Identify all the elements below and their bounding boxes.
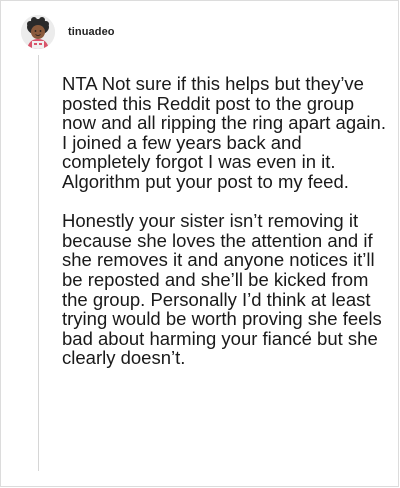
comment-paragraph: Honestly your sister isn’t removing it b… [62, 210, 382, 369]
comment-body: NTA Not sure if this helps but they’ve p… [62, 74, 392, 388]
comment-card: tinuadeo NTA Not sure if this helps but … [0, 0, 399, 487]
comment-paragraph: NTA Not sure if this helps but they’ve p… [62, 73, 386, 192]
thread-line [38, 55, 39, 471]
comment-header: tinuadeo [21, 15, 115, 49]
avatar[interactable] [21, 15, 55, 49]
avatar-icon [21, 15, 55, 49]
username[interactable]: tinuadeo [68, 26, 115, 38]
